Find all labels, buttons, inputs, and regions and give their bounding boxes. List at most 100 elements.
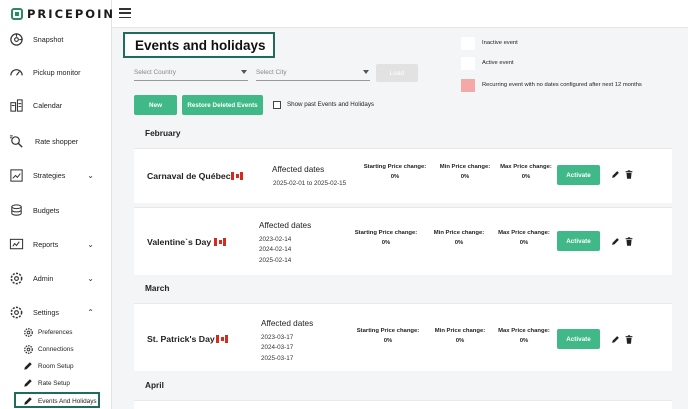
starting-price-heading: Starting Price change: (356, 328, 420, 334)
show-past-checkbox[interactable] (273, 101, 281, 109)
month-heading: February (145, 128, 181, 138)
sidebar-item-budgets[interactable]: Budgets (0, 199, 112, 221)
city-select-placeholder: Select City (256, 69, 287, 76)
sidebar-item-label: Admin (33, 273, 54, 283)
sidebar-subitem-preferences[interactable]: Preferences (0, 325, 112, 339)
affected-dates-heading: Affected dates (272, 165, 325, 174)
event-name: St. Patrick's Day (147, 334, 215, 344)
max-price-value: 0% (521, 174, 531, 180)
brand-name: PRICEPOINT (27, 7, 125, 21)
sidebar-item-rate-shopper[interactable]: Rate shopper (0, 130, 112, 152)
rate-shopper-icon (8, 133, 24, 149)
legend-swatch (461, 56, 475, 70)
legend-inactive: Inactive event (461, 36, 518, 50)
sidebar-item-admin[interactable]: Admin ⌄ (0, 267, 112, 289)
legend-active: Active event (461, 56, 514, 70)
chevron-down-icon: ⌄ (87, 170, 94, 180)
chevron-up-icon: ⌃ (87, 307, 94, 317)
chevron-down-icon: ⌄ (87, 273, 94, 283)
edit-pencil-icon[interactable] (610, 236, 620, 246)
sidebar-subitem-connections[interactable]: Connections (0, 342, 112, 356)
min-price-heading: Min Price change: (433, 230, 485, 236)
sidebar-item-label: Snapshot (33, 34, 64, 44)
restore-deleted-events-button[interactable]: Restore Deleted Events (182, 95, 263, 115)
country-select-placeholder: Select Country (134, 69, 176, 76)
caret-down-icon (241, 70, 247, 74)
strategies-icon (8, 167, 24, 183)
page-title: Events and holidays (135, 37, 266, 53)
sidebar-item-reports[interactable]: Reports ⌄ (0, 233, 112, 255)
legend-label: Active event (482, 60, 514, 66)
menu-toggle-icon[interactable] (119, 8, 131, 18)
gear-icon (22, 326, 34, 338)
sidebar-subitem-label: Events And Holidays (38, 397, 97, 405)
sidebar-item-snapshot[interactable]: Snapshot (0, 28, 112, 50)
affected-date: 2023-02-14 (259, 236, 292, 243)
new-button[interactable]: New (134, 95, 177, 115)
max-price-heading: Max Price change: (498, 328, 550, 334)
sidebar-item-label: Calendar (33, 100, 63, 110)
chevron-down-icon: ⌄ (87, 239, 94, 249)
min-price-heading: Min Price change: (434, 328, 486, 334)
starting-price-value: 0% (383, 338, 393, 344)
activate-button[interactable]: Activate (557, 329, 600, 349)
sidebar-subitem-rate-setup[interactable]: Rate Setup (0, 376, 112, 390)
legend-swatch (461, 36, 475, 50)
page-title-box: Events and holidays (123, 32, 275, 58)
legend-label: Inactive event (482, 40, 518, 46)
reports-icon (8, 236, 24, 252)
sidebar-item-label: Pickup monitor (33, 67, 81, 77)
sidebar-item-label: Rate shopper (35, 136, 79, 146)
delete-trash-icon[interactable] (624, 236, 634, 246)
canada-flag-icon (231, 172, 243, 180)
affected-date: 2025-02-01 to 2025-02-15 (273, 180, 347, 187)
settings-gear-icon (8, 304, 24, 320)
gear-icon (22, 343, 34, 355)
edit-pencil-icon[interactable] (610, 169, 620, 179)
legend-swatch (461, 78, 475, 92)
affected-date: 2024-02-14 (259, 246, 292, 253)
max-price-heading: Max Price change: (500, 164, 552, 170)
starting-price-value: 0% (381, 240, 391, 246)
affected-date: 2024-03-17 (261, 344, 294, 351)
country-select[interactable]: Select Country (134, 66, 248, 81)
pencil-icon (22, 377, 34, 389)
load-button[interactable]: Load (376, 64, 418, 82)
canada-flag-icon (214, 238, 226, 246)
sidebar: PRICEPOINT Snapshot Pickup monitor Calen… (0, 0, 123, 409)
min-price-heading: Min Price change: (439, 164, 491, 170)
sidebar-item-calendar[interactable]: Calendar (0, 94, 112, 116)
snapshot-icon (8, 31, 24, 47)
city-select[interactable]: Select City (256, 66, 370, 81)
affected-date: 2025-03-17 (261, 355, 294, 362)
min-price-value: 0% (454, 240, 464, 246)
sidebar-subitem-label: Connections (38, 345, 74, 353)
month-heading: March (145, 283, 170, 293)
min-price-value: 0% (460, 174, 470, 180)
event-name: Carnaval de Québec (147, 171, 231, 181)
sidebar-item-label: Budgets (33, 205, 60, 215)
sidebar-item-label: Settings (33, 307, 59, 317)
sidebar-subitem-label: Preferences (38, 328, 73, 336)
pencil-icon (22, 360, 34, 372)
sidebar-item-settings[interactable]: Settings ⌃ (0, 301, 112, 323)
sidebar-item-label: Reports (33, 239, 59, 249)
sidebar-item-strategies[interactable]: Strategies ⌄ (0, 164, 112, 186)
sidebar-subitem-events-and-holidays[interactable]: Events And Holidays (0, 392, 112, 408)
delete-trash-icon[interactable] (624, 334, 634, 344)
brand-logo: PRICEPOINT (11, 6, 125, 22)
admin-gear-icon (8, 270, 24, 286)
sidebar-subitem-room-setup[interactable]: Room Setup (0, 359, 112, 373)
edit-pencil-icon[interactable] (610, 334, 620, 344)
top-bar (112, 0, 688, 28)
activate-button[interactable]: Activate (557, 231, 600, 251)
delete-trash-icon[interactable] (624, 169, 634, 179)
sidebar-item-pickup-monitor[interactable]: Pickup monitor (0, 61, 112, 83)
affected-dates-heading: Affected dates (261, 319, 314, 328)
event-card (134, 400, 672, 409)
gauge-icon (8, 64, 24, 80)
pencil-icon (22, 395, 34, 407)
month-heading: April (145, 380, 164, 390)
activate-button[interactable]: Activate (557, 165, 600, 185)
budgets-icon (8, 202, 24, 218)
